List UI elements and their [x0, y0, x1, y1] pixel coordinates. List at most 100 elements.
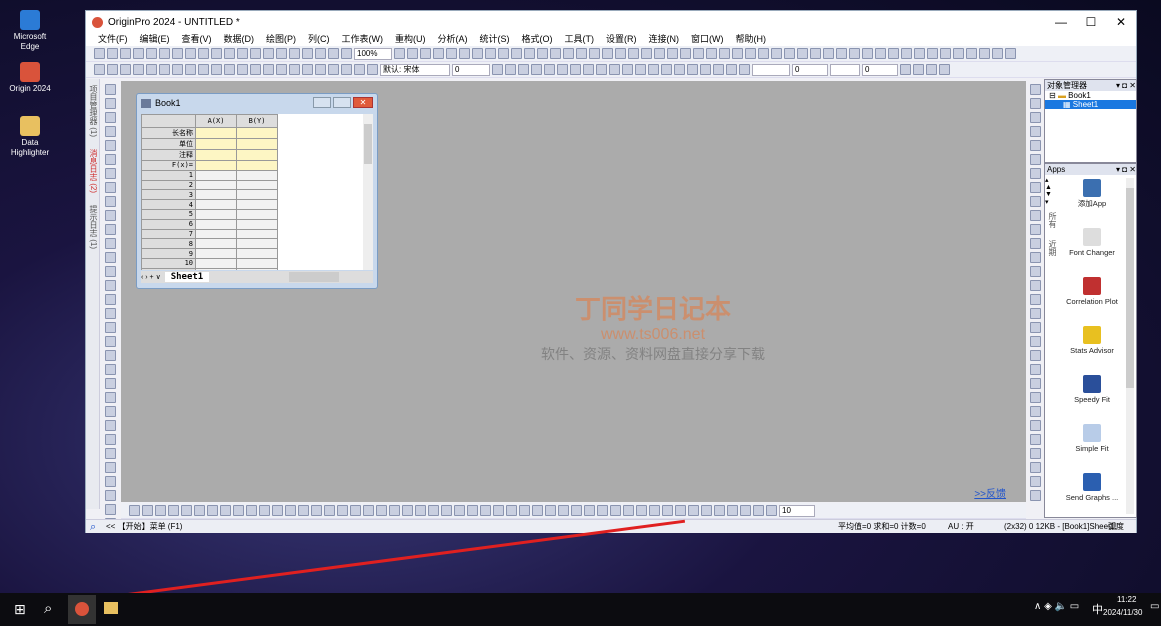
toolbar-button-icon[interactable]: [104, 294, 116, 305]
toolbar-button-icon[interactable]: [459, 48, 470, 59]
toolbar-button-icon[interactable]: [498, 48, 509, 59]
toolbar-button-icon[interactable]: [104, 266, 116, 277]
toolbar-button-icon[interactable]: [104, 476, 116, 487]
toolbar-button-icon[interactable]: [1029, 98, 1041, 109]
toolbar-button-icon[interactable]: [1029, 126, 1041, 137]
toolbar-button-icon[interactable]: [888, 48, 899, 59]
toolbar-button-icon[interactable]: [571, 505, 582, 516]
toolbar-button-icon[interactable]: [927, 48, 938, 59]
toolbar-button-icon[interactable]: [505, 64, 516, 75]
toolbar-button-icon[interactable]: [250, 64, 261, 75]
cell[interactable]: [236, 208, 278, 220]
row-header[interactable]: F(x)=: [141, 160, 196, 171]
toolbar-button-icon[interactable]: [901, 48, 912, 59]
workbook-window[interactable]: Book1 ✕ A(X)B(Y) 长名称单位注释F(x)=123456789101…: [136, 93, 378, 289]
cell[interactable]: [195, 208, 237, 220]
scroll-arrow-icon[interactable]: ▴: [1045, 176, 1057, 184]
app-item[interactable]: Speedy Fit: [1059, 375, 1125, 421]
toolbar-button-icon[interactable]: [172, 64, 183, 75]
toolbar-button-icon[interactable]: [224, 48, 235, 59]
toolbar-button-icon[interactable]: [544, 64, 555, 75]
toolbar-button-icon[interactable]: [570, 64, 581, 75]
toolbar-button-icon[interactable]: [107, 64, 118, 75]
toolbar-button-icon[interactable]: [797, 48, 808, 59]
toolbar-button-icon[interactable]: [104, 420, 116, 431]
toolbar-button-icon[interactable]: [1029, 210, 1041, 221]
toolbar-button-icon[interactable]: [966, 48, 977, 59]
toolbar-button-icon[interactable]: [104, 504, 116, 515]
toolbar-button-icon[interactable]: [104, 238, 116, 249]
toolbar-button-icon[interactable]: [602, 48, 613, 59]
toolbar-button-icon[interactable]: [480, 505, 491, 516]
toolbar-button-icon[interactable]: [181, 505, 192, 516]
toolbar-button-icon[interactable]: [472, 48, 483, 59]
toolbar-button-icon[interactable]: [1029, 238, 1041, 249]
toolbar-button-icon[interactable]: [104, 336, 116, 347]
toolbar-button-icon[interactable]: [133, 64, 144, 75]
toolbar-button-icon[interactable]: [727, 505, 738, 516]
desktop-icon[interactable]: Microsoft Edge: [6, 10, 54, 52]
toolbar-button-icon[interactable]: [583, 64, 594, 75]
toolbar-button-icon[interactable]: [953, 48, 964, 59]
toolbar-button-icon[interactable]: [1029, 364, 1041, 375]
column-header[interactable]: A(X): [195, 114, 237, 128]
menu-item[interactable]: 绘图(P): [266, 33, 296, 46]
toolbar-button-icon[interactable]: [107, 48, 118, 59]
toolbar-button-icon[interactable]: [104, 154, 116, 165]
toolbar-button-icon[interactable]: [289, 48, 300, 59]
toolbar-button-icon[interactable]: [674, 64, 685, 75]
workbook-close-button[interactable]: ✕: [353, 97, 373, 108]
toolbar-button-icon[interactable]: [146, 64, 157, 75]
tray-icons[interactable]: ∧ ◈ 🔈 ▭: [1034, 601, 1079, 612]
font-select[interactable]: 默认: 宋体: [380, 63, 450, 76]
toolbar-button-icon[interactable]: [104, 308, 116, 319]
panel-controls[interactable]: ▾ ◘ ✕: [1116, 80, 1136, 91]
toolbar-button-icon[interactable]: [1029, 490, 1041, 501]
cell[interactable]: [195, 218, 237, 230]
toolbar-button-icon[interactable]: [1029, 182, 1041, 193]
row-header[interactable]: 注释: [141, 149, 196, 161]
zoom-select[interactable]: 100%: [354, 47, 392, 60]
toolbar-button-icon[interactable]: [1029, 168, 1041, 179]
cell[interactable]: [195, 248, 237, 259]
toolbar-button-icon[interactable]: [875, 48, 886, 59]
toolbar-button-icon[interactable]: [1029, 308, 1041, 319]
toolbar-button-icon[interactable]: [211, 64, 222, 75]
workbook-minimize-button[interactable]: [313, 97, 331, 108]
toolbar-button-icon[interactable]: [367, 64, 378, 75]
cell[interactable]: [236, 160, 278, 171]
toolbar-button-icon[interactable]: [104, 182, 116, 193]
toolbar-button-icon[interactable]: [745, 48, 756, 59]
toolbar-button-icon[interactable]: [198, 64, 209, 75]
toolbar-button-icon[interactable]: [389, 505, 400, 516]
toolbar-button-icon[interactable]: [133, 48, 144, 59]
row-header[interactable]: 4: [141, 199, 196, 210]
toolbar-button-icon[interactable]: [810, 48, 821, 59]
clock-time[interactable]: 11:22: [1117, 595, 1136, 604]
toolbar-button-icon[interactable]: [159, 64, 170, 75]
cell[interactable]: [195, 257, 237, 269]
toolbar-button-icon[interactable]: [272, 505, 283, 516]
toolbar-button-icon[interactable]: [693, 48, 704, 59]
toolbar-button-icon[interactable]: [979, 48, 990, 59]
toolbar-button-icon[interactable]: [615, 48, 626, 59]
toolbar-button-icon[interactable]: [337, 505, 348, 516]
menu-item[interactable]: 窗口(W): [691, 33, 724, 46]
toolbar-button-icon[interactable]: [992, 48, 1003, 59]
sheet-tab[interactable]: Sheet1: [164, 272, 210, 282]
toolbar-button-icon[interactable]: [675, 505, 686, 516]
menu-item[interactable]: 分析(A): [438, 33, 468, 46]
menu-item[interactable]: 重构(U): [395, 33, 426, 46]
toolbar-button-icon[interactable]: [732, 48, 743, 59]
cell[interactable]: [195, 160, 237, 171]
toolbar-button-icon[interactable]: [726, 64, 737, 75]
toolbar-button-icon[interactable]: [584, 505, 595, 516]
toolbar-button-icon[interactable]: [558, 505, 569, 516]
toolbar-button-icon[interactable]: [771, 48, 782, 59]
toolbar-button-icon[interactable]: [1029, 196, 1041, 207]
search-icon[interactable]: ⌕: [44, 600, 52, 617]
cell[interactable]: [236, 199, 278, 210]
toolbar-button-icon[interactable]: [1029, 140, 1041, 151]
workspace[interactable]: Book1 ✕ A(X)B(Y) 长名称单位注释F(x)=123456789101…: [121, 81, 1026, 502]
toolbar-button-icon[interactable]: [766, 505, 777, 516]
